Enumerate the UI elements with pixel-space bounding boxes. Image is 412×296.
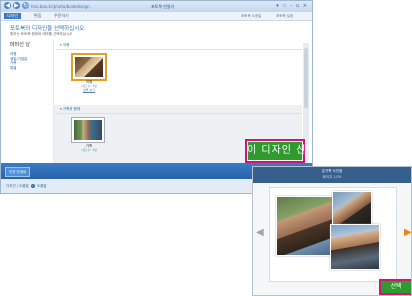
preview-select-button[interactable]: 선택 xyxy=(379,279,411,295)
sidebar-item-special[interactable]: 특별 xyxy=(10,66,52,71)
section-label-family[interactable]: ▾ 가족과 함께 xyxy=(60,107,80,112)
title-bar: ◀ ▶ ↻ hiro.boo.kr/photo/bookdesign 포토북 만… xyxy=(1,1,312,12)
status-left-text[interactable]: 디자인 | 도움말 xyxy=(6,184,29,188)
preview-header: 온가족 사진첩 페이지 1/20 xyxy=(253,167,411,183)
sidebar-title: 테마선 낭 xyxy=(10,42,30,48)
forward-icon[interactable]: ▶ xyxy=(13,2,20,9)
section-divider xyxy=(56,49,302,50)
design-preview-panel: 온가족 사진첩 페이지 1/20 ◀ ▶ 선택 xyxy=(252,166,412,296)
previous-page-icon[interactable]: ◀ xyxy=(256,228,264,238)
app-window: ◀ ▶ ↻ hiro.boo.kr/photo/bookdesign 포토북 만… xyxy=(0,0,313,194)
design-thumb-family[interactable] xyxy=(71,117,105,143)
preview-photo-top xyxy=(332,191,372,227)
address-bar[interactable]: hiro.boo.kr/photo/bookdesign xyxy=(31,4,90,9)
thumb-photo xyxy=(75,57,103,77)
window-title: 포토북 만들기 xyxy=(151,4,175,9)
status-right-text[interactable]: 도움말 xyxy=(37,184,47,188)
tab-order[interactable]: 주문하기 xyxy=(51,13,72,19)
tab-edit[interactable]: 편집 xyxy=(31,13,44,19)
next-page-icon[interactable]: ▶ xyxy=(404,228,411,238)
tab-bar: 디자인 편집 주문하기 포토북 도움말 포토북 설정 xyxy=(1,12,312,21)
preview-page xyxy=(269,187,397,282)
previous-step-button[interactable]: 이전 단계로 xyxy=(5,167,31,177)
preview-photo-bottom xyxy=(330,224,380,270)
section-label-travel[interactable]: ▾ 여행 xyxy=(60,43,69,48)
page-subtitle: 원하는 포토북 형태와 테마를 선택하십시오 xyxy=(10,32,73,36)
thumb-photo xyxy=(74,120,102,140)
design-thumb-travel[interactable] xyxy=(71,53,107,81)
help-link[interactable]: 포토북 도움말 xyxy=(241,13,261,19)
thumb-sample-link[interactable]: 샘플 보기 xyxy=(71,88,107,92)
scrollbar-thumb[interactable] xyxy=(304,48,308,108)
sidebar: 테마선 낭 여행 생일/기념일 가족 특별 xyxy=(10,41,52,70)
thumb-info-family: 사진 수: 3장 xyxy=(81,148,97,152)
refresh-icon[interactable]: ↻ xyxy=(22,2,29,9)
preview-subtitle: 페이지 1/20 xyxy=(322,175,342,179)
settings-link[interactable]: 포토북 설정 xyxy=(276,13,293,19)
back-icon[interactable]: ◀ xyxy=(4,2,11,9)
page-title: 포토북의 디자인을 선택하십시오 xyxy=(10,26,85,32)
select-design-button[interactable]: 이 디자인 선택 xyxy=(245,139,312,163)
status-text: 디자인 | 도움말 i 도움말 xyxy=(6,184,47,189)
window-controls[interactable]: ▾ ☆ - ▫ × xyxy=(276,3,308,9)
preview-title: 온가족 사진첩 xyxy=(321,169,343,173)
section-divider xyxy=(56,113,302,114)
tab-design[interactable]: 디자인 xyxy=(4,13,22,19)
info-icon: i xyxy=(30,184,35,188)
